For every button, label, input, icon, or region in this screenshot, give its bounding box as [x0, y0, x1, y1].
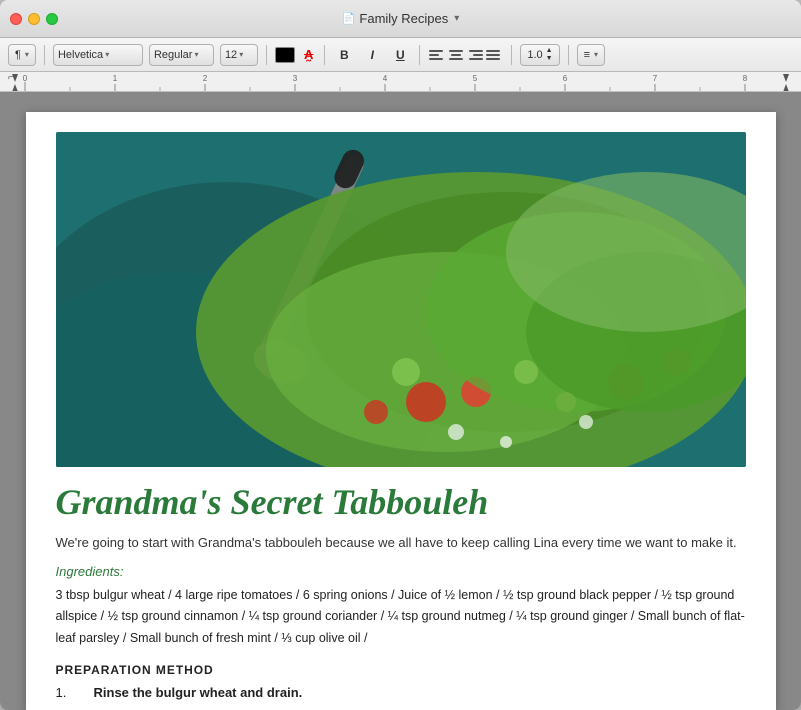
- paragraph-button[interactable]: ¶ ▾: [8, 44, 36, 66]
- app-window: 📄 Family Recipes ▾ ¶ ▾ Helvetica ▾ Regul…: [0, 0, 801, 710]
- hero-image: [56, 132, 746, 467]
- ingredients-text: 3 tbsp bulgur wheat / 4 large ripe tomat…: [56, 585, 746, 649]
- line-spacing-select[interactable]: 1.0 ▲ ▼: [520, 44, 559, 66]
- svg-text:8: 8: [743, 74, 748, 83]
- font-size-chevron: ▾: [239, 50, 243, 59]
- align-right-button[interactable]: [466, 46, 484, 64]
- close-button[interactable]: [10, 13, 22, 25]
- italic-label: I: [371, 48, 374, 62]
- window-title: Family Recipes: [359, 11, 448, 26]
- recipe-title: Grandma's Secret Tabbouleh: [56, 483, 746, 523]
- bold-label: B: [340, 48, 349, 62]
- ingredients-label: Ingredients:: [56, 564, 746, 579]
- ruler-tab-indicator[interactable]: ⌐: [8, 72, 14, 83]
- font-style-chevron: ▾: [194, 50, 198, 59]
- align-justify-button[interactable]: [485, 46, 503, 64]
- svg-text:5: 5: [473, 74, 478, 83]
- separator-6: [568, 45, 569, 65]
- bold-button[interactable]: B: [333, 44, 355, 66]
- font-style-value: Regular: [154, 49, 193, 61]
- separator-4: [419, 45, 420, 65]
- align-left-button[interactable]: [428, 46, 446, 64]
- align-center-button[interactable]: [447, 46, 465, 64]
- text-color-button[interactable]: [275, 47, 295, 63]
- font-size-value: 12: [225, 49, 237, 61]
- title-dropdown-chevron[interactable]: ▾: [454, 13, 459, 24]
- separator-1: [44, 45, 45, 65]
- svg-text:0: 0: [23, 74, 28, 83]
- step-1-text: Rinse the bulgur wheat and drain.: [94, 685, 303, 700]
- separator-3: [324, 45, 325, 65]
- svg-text:2: 2: [203, 74, 208, 83]
- font-name-chevron: ▾: [105, 50, 109, 59]
- font-size-select[interactable]: 12 ▾: [220, 44, 258, 66]
- font-name-select[interactable]: Helvetica ▾: [53, 44, 143, 66]
- spacing-value: 1.0: [527, 49, 542, 61]
- step-1-number: 1.: [56, 685, 72, 700]
- traffic-lights: [10, 13, 58, 25]
- title-bar-center: 📄 Family Recipes ▾: [342, 11, 460, 26]
- font-name-value: Helvetica: [58, 49, 103, 61]
- list-button[interactable]: ≡ ▾: [577, 44, 605, 66]
- list-icon: ≡: [584, 49, 590, 61]
- toolbar: ¶ ▾ Helvetica ▾ Regular ▾ 12 ▾ A̰ B I U: [0, 38, 801, 72]
- preparation-title: PREPARATION Method: [56, 663, 746, 677]
- svg-text:3: 3: [293, 74, 298, 83]
- recipe-intro: We're going to start with Grandma's tabb…: [56, 533, 746, 553]
- svg-text:7: 7: [653, 74, 658, 83]
- paragraph-icon: ¶: [15, 49, 21, 61]
- list-chevron: ▾: [594, 50, 598, 59]
- separator-5: [511, 45, 512, 65]
- page: Grandma's Secret Tabbouleh We're going t…: [26, 112, 776, 710]
- strikethrough-button[interactable]: A̰: [301, 47, 316, 62]
- italic-button[interactable]: I: [361, 44, 383, 66]
- underline-button[interactable]: U: [389, 44, 411, 66]
- title-bar: 📄 Family Recipes ▾: [0, 0, 801, 38]
- minimize-button[interactable]: [28, 13, 40, 25]
- svg-text:6: 6: [563, 74, 568, 83]
- svg-text:4: 4: [383, 74, 388, 83]
- document-icon: 📄: [342, 12, 356, 25]
- align-group: [428, 46, 503, 64]
- svg-text:1: 1: [113, 74, 118, 83]
- maximize-button[interactable]: [46, 13, 58, 25]
- ruler: ⌐ 0 1 2 3 4 5 6 7: [0, 72, 801, 92]
- separator-2: [266, 45, 267, 65]
- ruler-canvas: ⌐ 0 1 2 3 4 5 6 7: [0, 72, 801, 91]
- paragraph-chevron: ▾: [25, 50, 29, 59]
- underline-label: U: [396, 48, 405, 62]
- document-area[interactable]: Grandma's Secret Tabbouleh We're going t…: [0, 92, 801, 710]
- font-style-select[interactable]: Regular ▾: [149, 44, 214, 66]
